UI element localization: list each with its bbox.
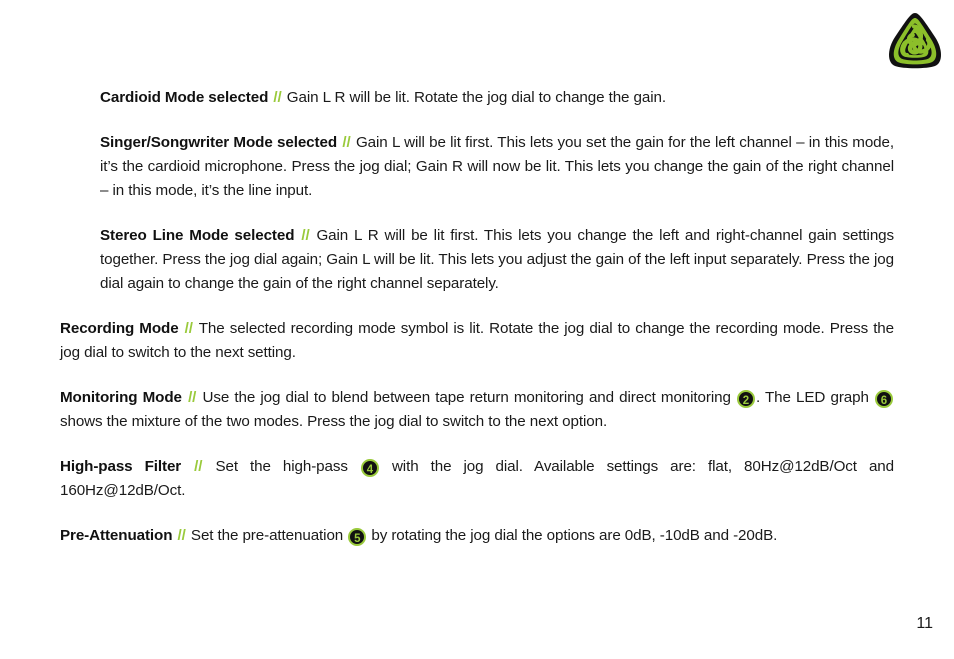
callout-badge-6: 6: [875, 390, 893, 408]
paragraph-text: shows the mixture of the two modes. Pres…: [60, 413, 608, 430]
separator-slashes: //: [194, 458, 203, 475]
paragraph-text: . The LED graph: [755, 389, 874, 406]
callout-badge-4: 4: [360, 459, 379, 477]
separator-slashes: //: [177, 527, 186, 544]
paragraph-lead-stereo-line-mode: Stereo Line Mode selected: [100, 227, 295, 244]
paragraph-lead-high-pass-filter: High-pass Filter: [60, 458, 182, 475]
paragraph-text: Set the high-pass: [203, 458, 360, 475]
document-body: Cardioid Mode selected // Gain L R will …: [60, 86, 894, 548]
paragraph-text: Use the jog dial to blend between tape r…: [197, 389, 736, 406]
paragraph-lead-cardioid-mode: Cardioid Mode selected: [100, 89, 269, 106]
paragraph-lead-pre-attenuation: Pre-Attenuation: [60, 527, 173, 544]
paragraph-pre-attenuation: Pre-Attenuation // Set the pre-attenuati…: [60, 524, 894, 548]
separator-slashes: //: [301, 227, 310, 244]
paragraph-stereo-line-mode: Stereo Line Mode selected // Gain L R wi…: [100, 224, 894, 296]
paragraph-cardioid-mode: Cardioid Mode selected // Gain L R will …: [100, 86, 894, 110]
paragraph-singer-songwriter-mode: Singer/Songwriter Mode selected // Gain …: [100, 131, 894, 203]
paragraph-lead-monitoring-mode: Monitoring Mode: [60, 389, 182, 406]
paragraph-recording-mode: Recording Mode // The selected recording…: [60, 317, 894, 365]
callout-badge-5: 5: [348, 528, 367, 546]
paragraph-text: by rotating the jog dial the options are…: [367, 527, 778, 544]
separator-slashes: //: [188, 389, 197, 406]
paragraph-text: Set the pre-attenuation: [186, 527, 348, 544]
triskelion-triangle-icon: [889, 13, 941, 69]
manual-page: Cardioid Mode selected // Gain L R will …: [0, 0, 954, 659]
paragraph-lead-recording-mode: Recording Mode: [60, 320, 179, 337]
paragraph-high-pass-filter: High-pass Filter // Set the high-pass 4 …: [60, 455, 894, 503]
paragraph-text: Gain L R will be lit. Rotate the jog dia…: [282, 89, 666, 106]
separator-slashes: //: [184, 320, 193, 337]
separator-slashes: //: [342, 134, 351, 151]
separator-slashes: //: [273, 89, 282, 106]
paragraph-monitoring-mode: Monitoring Mode // Use the jog dial to b…: [60, 386, 894, 434]
brand-logo: [883, 11, 947, 69]
paragraph-lead-singer-songwriter-mode: Singer/Songwriter Mode selected: [100, 134, 338, 151]
callout-badge-2: 2: [736, 390, 755, 408]
page-number: 11: [916, 615, 933, 632]
paragraph-text: with the jog dial. Available settings ar…: [60, 458, 894, 499]
